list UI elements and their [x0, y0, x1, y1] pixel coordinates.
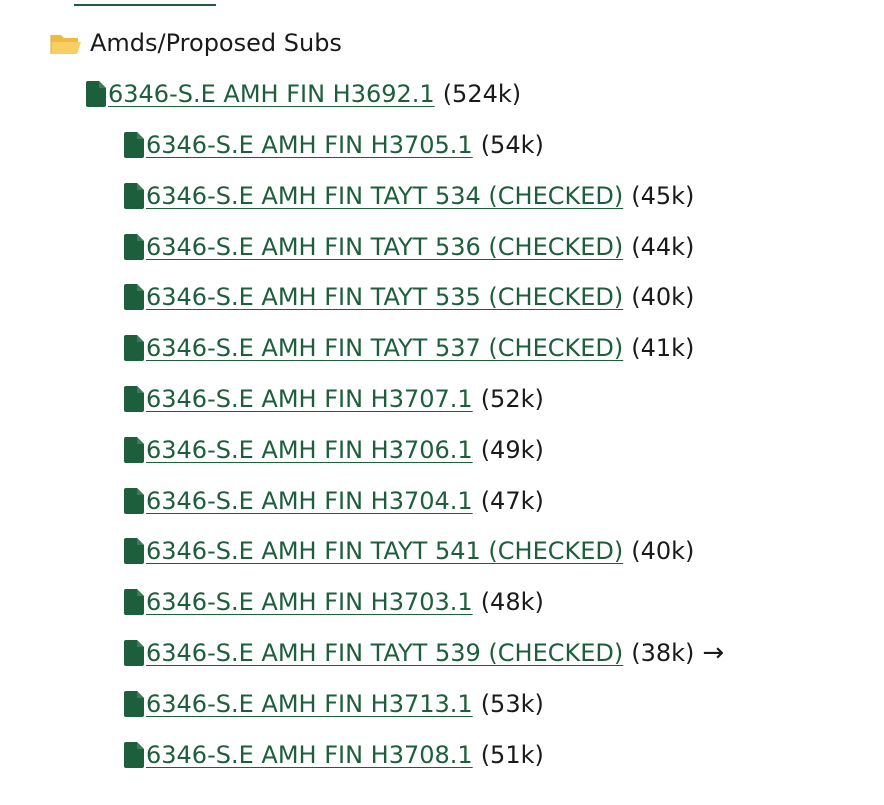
file-size: (51k): [480, 740, 544, 769]
file-row: 6346-S.E AMH FIN TAYT 536 (CHECKED) (44k): [124, 230, 694, 264]
folder-label: Amds/Proposed Subs: [90, 29, 342, 57]
file-icon: [124, 690, 144, 717]
file-link[interactable]: 6346-S.E AMH FIN H3713.1: [146, 687, 473, 721]
file-link[interactable]: 6346-S.E AMH FIN H3703.1: [146, 585, 473, 619]
file-icon: [124, 335, 144, 362]
file-icon: [124, 284, 144, 311]
file-icon: [124, 182, 144, 209]
file-row: 6346-S.E AMH FIN TAYT 541 (CHECKED) (40k): [124, 534, 694, 568]
file-size: (40k): [631, 537, 695, 566]
file-row: 6346-S.E AMH FIN H3703.1 (48k): [124, 585, 544, 619]
file-size: (49k): [480, 435, 544, 464]
file-icon: [124, 538, 144, 565]
file-icon: [124, 132, 144, 158]
file-icon: [124, 741, 144, 768]
previous-item-underline-cut: [74, 0, 216, 6]
folder-row[interactable]: Amds/Proposed Subs: [50, 26, 342, 60]
file-size: (52k): [480, 385, 544, 413]
file-link[interactable]: 6346-S.E AMH FIN H3704.1: [146, 484, 473, 518]
file-link[interactable]: 6346-S.E AMH FIN H3708.1: [146, 738, 473, 772]
file-row: 6346-S.E AMH FIN H3705.1 (54k): [124, 128, 544, 162]
arrow-right-icon: →: [702, 638, 725, 668]
file-icon: [124, 436, 144, 463]
file-row: 6346-S.E AMH FIN H3708.1 (51k): [124, 738, 544, 772]
parent-file-row: 6346-S.E AMH FIN H3692.1 (524k): [86, 77, 521, 111]
file-size: (38k): [631, 639, 695, 667]
file-row: 6346-S.E AMH FIN H3706.1 (49k): [124, 433, 544, 467]
file-link[interactable]: 6346-S.E AMH FIN TAYT 537 (CHECKED): [146, 331, 623, 365]
file-icon: [124, 640, 144, 666]
file-size: (524k): [442, 80, 522, 108]
file-size: (54k): [480, 131, 544, 159]
file-link[interactable]: 6346-S.E AMH FIN TAYT 536 (CHECKED): [146, 230, 623, 264]
file-size: (40k): [631, 283, 695, 312]
file-icon: [124, 589, 144, 616]
file-size: (45k): [631, 181, 695, 210]
file-icon: [124, 487, 144, 514]
file-link[interactable]: 6346-S.E AMH FIN TAYT 534 (CHECKED): [146, 179, 623, 213]
file-icon: [86, 81, 106, 107]
file-size: (53k): [480, 689, 544, 718]
file-row: 6346-S.E AMH FIN H3704.1 (47k): [124, 484, 544, 518]
file-size: (47k): [480, 486, 544, 515]
file-row: 6346-S.E AMH FIN TAYT 537 (CHECKED) (41k): [124, 331, 694, 365]
file-tree: Amds/Proposed Subs 6346-S.E AMH FIN H369…: [0, 0, 884, 805]
file-link[interactable]: 6346-S.E AMH FIN TAYT 535 (CHECKED): [146, 280, 623, 314]
file-row: 6346-S.E AMH FIN TAYT 534 (CHECKED) (45k): [124, 179, 694, 213]
open-folder-icon: [50, 35, 81, 54]
file-link[interactable]: 6346-S.E AMH FIN H3706.1: [146, 433, 473, 467]
file-link[interactable]: 6346-S.E AMH FIN H3705.1: [146, 128, 473, 162]
file-row: 6346-S.E AMH FIN TAYT 539 (CHECKED) (38k)…: [124, 636, 724, 670]
file-size: (41k): [631, 334, 695, 363]
file-icon: [124, 386, 144, 412]
file-row: 6346-S.E AMH FIN H3707.1 (52k): [124, 382, 544, 416]
file-link[interactable]: 6346-S.E AMH FIN TAYT 541 (CHECKED): [146, 534, 623, 568]
file-icon: [124, 233, 144, 260]
file-size: (48k): [480, 588, 544, 617]
file-row: 6346-S.E AMH FIN TAYT 535 (CHECKED) (40k): [124, 280, 694, 314]
parent-file-link[interactable]: 6346-S.E AMH FIN H3692.1: [108, 77, 435, 111]
file-size: (44k): [631, 232, 695, 261]
file-link[interactable]: 6346-S.E AMH FIN H3707.1: [146, 382, 473, 416]
file-row: 6346-S.E AMH FIN H3713.1 (53k): [124, 687, 544, 721]
file-link[interactable]: 6346-S.E AMH FIN TAYT 539 (CHECKED): [146, 636, 623, 670]
